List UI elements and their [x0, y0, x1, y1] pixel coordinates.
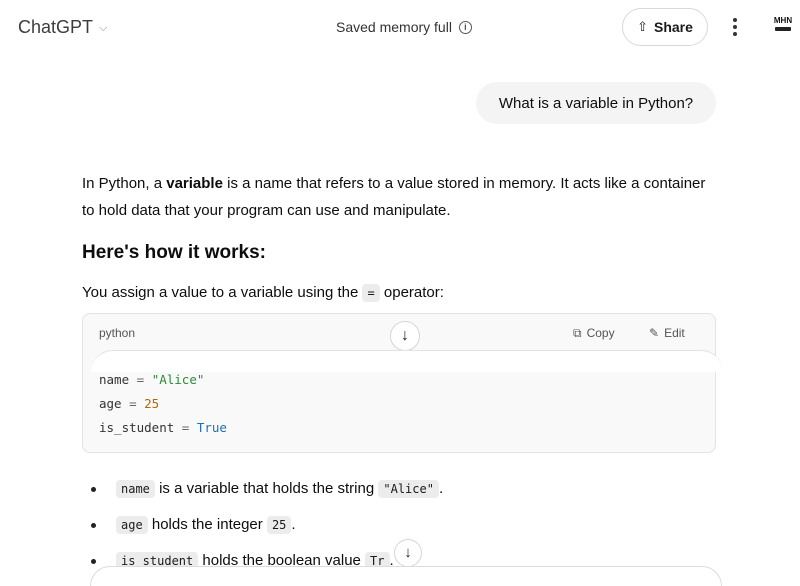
- copy-icon: ⧉: [573, 326, 582, 340]
- inline-code: =: [362, 284, 380, 302]
- app-title: ChatGPT: [18, 17, 94, 37]
- copy-button[interactable]: ⧉ Copy: [573, 326, 615, 341]
- more-options-icon[interactable]: [727, 16, 743, 38]
- code-block: python ↓ ⧉ Copy ✎ Edit name = "Alice" ag…: [82, 313, 723, 453]
- share-icon: ⇧: [637, 19, 648, 34]
- model-selector[interactable]: ChatGPT ⌵: [18, 17, 107, 38]
- scroll-down-icon[interactable]: ↓: [390, 321, 420, 351]
- message-composer[interactable]: [90, 566, 722, 586]
- user-message: What is a variable in Python?: [476, 82, 716, 124]
- assistant-answer: In Python, a variable is a name that ref…: [82, 170, 716, 304]
- share-button[interactable]: ⇧ Share: [622, 8, 708, 46]
- share-label: Share: [653, 19, 693, 35]
- code-language: python: [99, 326, 136, 340]
- avatar-text: MHN: [773, 16, 793, 25]
- section-heading: Here's how it works:: [82, 242, 267, 263]
- scroll-to-bottom-icon[interactable]: ↓: [394, 539, 422, 567]
- info-icon: i: [458, 20, 472, 34]
- list-item: name is a variable that holds the string…: [82, 478, 716, 514]
- memory-status[interactable]: Saved memory full i: [336, 19, 472, 35]
- bold-term: variable: [166, 175, 223, 192]
- assign-sentence: You assign a value to a variable using t…: [82, 284, 444, 302]
- top-bar: ChatGPT ⌵ Saved memory full i ⇧ Share MH…: [0, 0, 800, 56]
- code-content: name = "Alice" age = 25 is_student = Tru…: [99, 372, 227, 435]
- memory-status-text: Saved memory full: [336, 19, 452, 35]
- edit-button[interactable]: ✎ Edit: [649, 326, 685, 340]
- chevron-down-icon: ⌵: [99, 22, 108, 34]
- answer-intro: In Python, a variable is a name that ref…: [82, 175, 706, 219]
- avatar[interactable]: MHN: [772, 16, 794, 38]
- edit-icon: ✎: [649, 326, 660, 340]
